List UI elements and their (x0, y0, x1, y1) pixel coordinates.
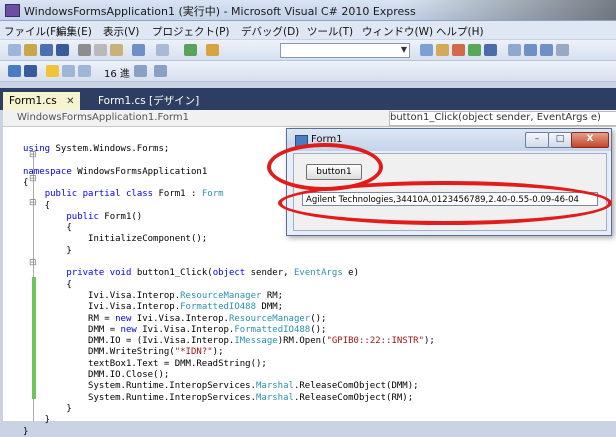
start-debugging-icon[interactable] (184, 44, 197, 56)
textbox1[interactable]: Agilent Technologies,34410A,0123456789,2… (302, 192, 598, 206)
tab-form1-design[interactable]: Form1.cs [デザイン] (92, 92, 205, 110)
code-line: Ivi.Visa.Interop.FormattedIO488 DMM; (23, 302, 284, 313)
code-line: public partial class Form1 : Form (44, 189, 224, 200)
undo-icon[interactable] (132, 44, 145, 56)
code-line: { (23, 279, 72, 290)
code-line: InitializeComponent(); (23, 234, 208, 245)
solution-explorer-icon[interactable] (436, 44, 449, 56)
show-next-statement-icon[interactable] (46, 65, 59, 77)
collapse-method-icon[interactable]: ⊟ (29, 258, 37, 268)
code-line: } (23, 245, 72, 256)
font-size-icon[interactable] (556, 44, 569, 56)
code-line: textBox1.Text = DMM.ReadString(); (23, 358, 267, 369)
editor-nav-bar: WindowsFormsApplication1.Form1 button1_C… (3, 110, 616, 127)
code-line: using System.Windows.Forms; (23, 144, 170, 154)
menu-view[interactable]: 表示(V) (103, 24, 139, 39)
continue-icon[interactable] (8, 65, 21, 77)
menu-tools[interactable]: ツール(T) (307, 24, 353, 39)
form1-title-bar: Form1 – □ X (287, 129, 611, 151)
solution-config-combo[interactable]: ▼ (280, 43, 410, 58)
menu-window[interactable]: ウィンドウ(W) (362, 24, 433, 39)
type-dropdown[interactable]: WindowsFormsApplication1.Form1 (17, 112, 189, 123)
menu-bar: ファイル(F) 編集(E) 表示(V) プロジェクト(P) デバッグ(D) ツー… (0, 21, 616, 39)
code-line: } (23, 426, 29, 437)
code-line: RM = new Ivi.Visa.Interop.ResourceManage… (23, 313, 327, 324)
outline-icon[interactable] (508, 44, 521, 56)
close-icon[interactable]: ✕ (66, 96, 74, 107)
paste-icon[interactable] (110, 44, 123, 56)
debug-toolbar: 16 進 (0, 61, 616, 82)
document-tab-strip: Form1.cs ✕ Form1.cs [デザイン] (0, 88, 616, 110)
code-line: System.Runtime.InteropServices.Marshal.R… (23, 392, 414, 403)
code-line: System.Runtime.InteropServices.Marshal.R… (23, 381, 419, 392)
maximize-button[interactable]: □ (548, 132, 572, 148)
standard-toolbar: ▼ (0, 40, 616, 61)
find-icon[interactable] (420, 44, 433, 56)
form1-window: Form1 – □ X button1 Agilent Technologies… (286, 128, 612, 236)
code-line: } (23, 415, 51, 426)
save-icon[interactable] (40, 44, 53, 56)
menu-help[interactable]: ヘルプ(H) (436, 24, 484, 39)
code-line: DMM.IO = (Ivi.Visa.Interop.IMessage)RM.O… (23, 336, 435, 347)
code-line: public Form1() (66, 211, 143, 222)
menu-project[interactable]: プロジェクト(P) (152, 24, 230, 39)
minimize-button[interactable]: – (525, 132, 549, 148)
code-line: private void button1_Click(object sender… (66, 268, 360, 279)
close-button[interactable]: X (571, 132, 609, 148)
open-file-icon[interactable] (24, 44, 37, 56)
code-line: DMM.WriteString("*IDN?"); (23, 347, 224, 358)
code-line: Ivi.Visa.Interop.ResourceManager RM; (23, 290, 284, 301)
title-bar: WindowsFormsApplication1 (実行中) - Microso… (0, 0, 616, 21)
menu-edit[interactable]: 編集(E) (56, 24, 92, 39)
form-icon (295, 135, 308, 147)
toolbox-icon[interactable] (468, 44, 481, 56)
code-line: DMM.IO.Close(); (23, 370, 170, 380)
chevron-down-icon: ▼ (400, 45, 407, 54)
button1[interactable]: button1 (306, 164, 362, 180)
step-into-icon[interactable] (62, 65, 75, 77)
save-all-icon[interactable] (56, 44, 69, 56)
form1-client-area: button1 Agilent Technologies,34410A,0123… (293, 153, 607, 231)
code-line: { (23, 177, 29, 188)
breakpoints-icon[interactable] (134, 65, 147, 77)
step-out-icon[interactable] (78, 65, 91, 77)
code-line: { (23, 200, 51, 211)
properties-icon[interactable] (452, 44, 465, 56)
copy-icon[interactable] (94, 44, 107, 56)
redo-icon[interactable] (156, 44, 169, 56)
comment-icon[interactable] (524, 44, 537, 56)
windows-dropdown-icon[interactable] (154, 65, 167, 77)
visual-studio-icon (5, 4, 20, 17)
code-line: { (23, 223, 72, 234)
hex-display-toggle[interactable]: 16 進 (104, 65, 130, 80)
stop-icon[interactable] (24, 65, 37, 77)
new-project-icon[interactable] (8, 44, 21, 56)
solution-icon[interactable] (206, 44, 219, 56)
menu-file[interactable]: ファイル(F) (4, 24, 60, 39)
cut-icon[interactable] (78, 44, 91, 56)
object-browser-icon[interactable] (484, 44, 497, 56)
title-bar-glass (400, 0, 616, 20)
tab-form1-cs[interactable]: Form1.cs ✕ (3, 92, 81, 110)
member-dropdown[interactable]: button1_Click(object sender, EventArgs e… (389, 111, 616, 126)
tab-label: Form1.cs [デザイン] (98, 95, 200, 107)
code-line: DMM = new Ivi.Visa.Interop.FormattedIO48… (23, 324, 327, 335)
tab-label: Form1.cs (9, 95, 57, 107)
menu-debug[interactable]: デバッグ(D) (241, 24, 299, 39)
code-line: } (23, 403, 72, 414)
form1-title: Form1 (311, 134, 343, 145)
code-line: namespace WindowsFormsApplication1 (23, 166, 208, 177)
uncomment-icon[interactable] (540, 44, 553, 56)
window-title: WindowsFormsApplication1 (実行中) - Microso… (24, 5, 416, 18)
